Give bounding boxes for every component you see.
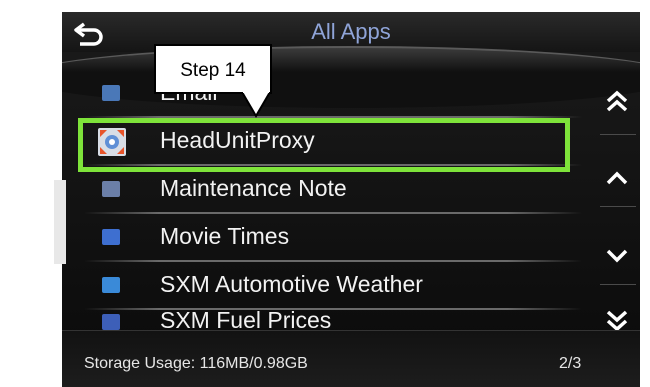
app-item-movie-times[interactable]: Movie Times: [84, 214, 582, 262]
status-footer: Storage Usage: 116MB/0.98GB 2/3: [62, 330, 640, 387]
page-title: All Apps: [311, 19, 391, 44]
app-item-sxm-weather[interactable]: SXM Automotive Weather: [84, 262, 582, 310]
double-chevron-up-icon: [606, 90, 628, 112]
scroll-up-button[interactable]: [594, 154, 640, 204]
scroll-divider: [600, 206, 636, 207]
email-icon: [102, 85, 120, 101]
callout-label: Step 14: [180, 60, 246, 81]
step-callout: Step 14: [154, 44, 272, 94]
app-list-screen: All Apps Email HeadUnitProxy Maintenance…: [62, 12, 640, 387]
film-icon: [102, 229, 120, 245]
note-icon: [102, 181, 120, 197]
app-item-label: Movie Times: [160, 223, 290, 249]
app-item-label: SXM Automotive Weather: [160, 271, 423, 297]
chevron-down-icon: [606, 249, 628, 263]
scroll-divider: [600, 284, 636, 285]
scroll-down-button[interactable]: [594, 232, 640, 282]
callout-pointer: [240, 92, 272, 118]
step-highlight-box: [78, 118, 570, 172]
page-indicator: 2/3: [559, 355, 582, 372]
weather-icon: [102, 277, 120, 293]
storage-usage: Storage Usage: 116MB/0.98GB: [84, 355, 308, 372]
fuel-icon: [102, 314, 120, 330]
scroll-divider: [600, 134, 636, 135]
app-item-maintenance-note[interactable]: Maintenance Note: [84, 166, 582, 214]
chevron-up-icon: [606, 171, 628, 185]
app-item-label: Maintenance Note: [160, 175, 347, 201]
page-up-button[interactable]: [594, 74, 640, 124]
side-tab: [54, 180, 66, 264]
